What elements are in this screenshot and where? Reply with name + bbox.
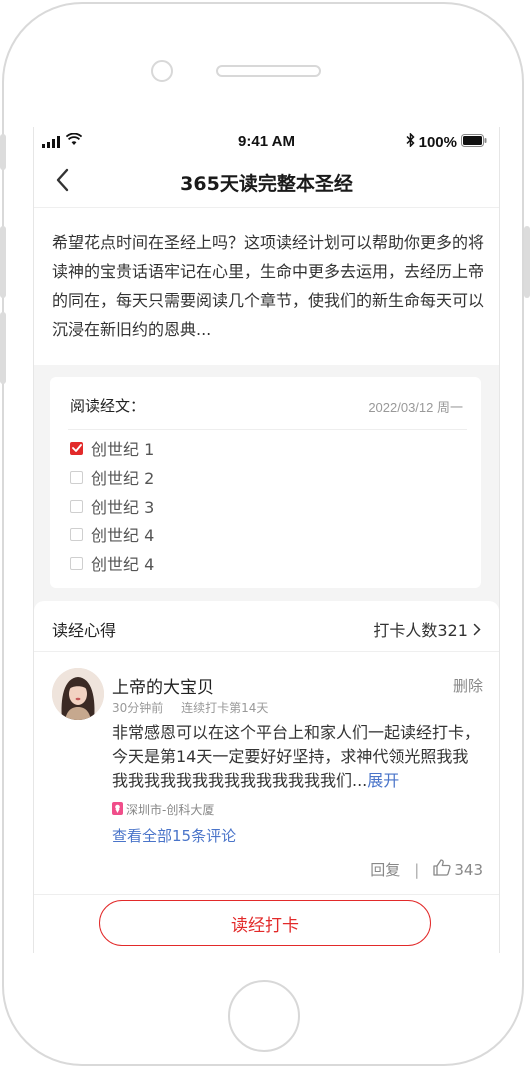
battery-percent: 100% (418, 133, 457, 151)
chapter-item[interactable]: 创世纪 2 (70, 466, 154, 488)
delete-button[interactable]: 删除 (453, 675, 483, 696)
checkin-button[interactable]: 读经打卡 (99, 900, 431, 946)
volume-down-button (0, 312, 6, 384)
post-content: 非常感恩可以在这个平台上和家人们一起读经打卡，今天是第14天一定要好好坚持，求神… (112, 721, 482, 793)
expand-link[interactable]: 展开 (367, 771, 399, 790)
checkbox-icon[interactable] (70, 499, 83, 513)
journal-title: 读经心得 (52, 621, 117, 640)
divider (68, 429, 467, 430)
view-all-comments-link[interactable]: 查看全部15条评论 (112, 825, 236, 846)
reply-button[interactable]: 回复 (370, 859, 400, 880)
chapter-item[interactable]: 创世纪 4 (70, 523, 154, 545)
thumbs-up-icon (433, 859, 451, 880)
chapter-item[interactable]: 创世纪 4 (70, 552, 154, 574)
battery-group: 100% (406, 132, 487, 151)
page-title: 365天读完整本圣经 (180, 173, 353, 195)
checkbox-icon[interactable] (70, 470, 83, 484)
chevron-right-icon (473, 621, 481, 640)
chapter-label: 创世纪 1 (91, 440, 155, 459)
earpiece-speaker (216, 65, 321, 77)
chapter-item[interactable]: 创世纪 3 (70, 495, 154, 517)
post-text: 非常感恩可以在这个平台上和家人们一起读经打卡，今天是第14天一定要好好坚持，求神… (112, 723, 481, 790)
status-bar: 9:41 AM 100% (34, 127, 499, 157)
bluetooth-icon (406, 132, 415, 151)
battery-icon (461, 133, 487, 151)
bottom-bar: 读经打卡 (34, 894, 499, 953)
reading-date: 2022/03/12 周一 (368, 400, 463, 415)
home-button[interactable] (228, 980, 300, 1052)
checkbox-icon[interactable] (70, 527, 83, 541)
post-location: 深圳市-创科大厦 (112, 801, 214, 818)
chapter-label: 创世纪 4 (91, 526, 155, 545)
divider (34, 651, 499, 652)
checkbox-checked-icon[interactable] (70, 441, 83, 455)
chapter-label: 创世纪 4 (91, 555, 155, 574)
chapter-label: 创世纪 3 (91, 498, 155, 517)
chapter-item[interactable]: 创世纪 1 (70, 437, 154, 459)
avatar[interactable] (52, 668, 104, 720)
volume-up-button (0, 226, 6, 298)
checkbox-icon[interactable] (70, 556, 83, 570)
power-button (524, 226, 530, 298)
plan-description: 希望花点时间在圣经上吗？这项读经计划可以帮助你更多的将读神的宝贵话语牢记在心里，… (34, 207, 499, 365)
plan-description-text: 希望花点时间在圣经上吗？这项读经计划可以帮助你更多的将读神的宝贵话语牢记在心里，… (52, 233, 485, 339)
mute-switch (0, 134, 6, 170)
action-divider: | (414, 860, 420, 879)
post-streak: 连续打卡第14天 (181, 701, 269, 715)
post-actions: 回复 | 343 (370, 859, 483, 880)
location-text: 深圳市-创科大厦 (126, 803, 215, 817)
front-camera (151, 60, 173, 82)
chapter-label: 创世纪 2 (91, 469, 155, 488)
location-pin-icon (112, 801, 123, 818)
app-screen: 9:41 AM 100% 365天读完整本圣经 希望花点时间在圣经上吗？这项读经… (33, 127, 500, 953)
like-count: 343 (454, 860, 483, 879)
like-button[interactable]: 343 (433, 859, 483, 880)
post-username[interactable]: 上帝的大宝贝 (112, 673, 214, 698)
checkin-count: 打卡人数321 (373, 621, 468, 640)
checkin-count-link[interactable]: 打卡人数321 (373, 617, 481, 641)
nav-bar: 365天读完整本圣经 (34, 157, 499, 207)
post-time: 30分钟前 (112, 701, 164, 715)
reading-label: 阅读经文： (70, 397, 146, 415)
post-meta: 30分钟前 连续打卡第14天 (112, 699, 268, 716)
reading-card: 阅读经文： 2022/03/12 周一 创世纪 1 创世纪 2 创世纪 3 创世… (50, 377, 481, 588)
